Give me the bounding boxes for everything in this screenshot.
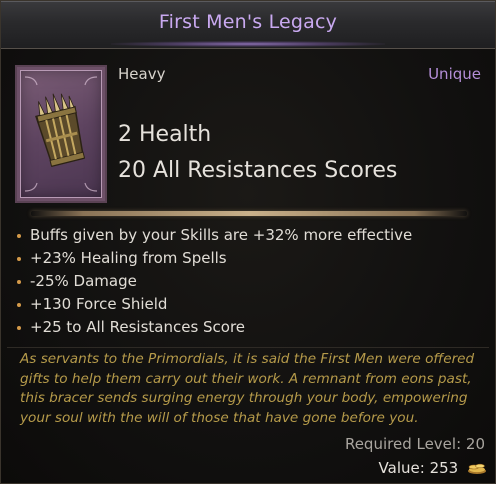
item-tooltip: First Men's Legacy Heavy Unique 2 Health… bbox=[0, 0, 496, 484]
bullet-icon bbox=[17, 303, 21, 307]
gold-divider bbox=[31, 211, 467, 216]
implicit-stat: 2 Health bbox=[118, 122, 212, 147]
affix-item: -25% Damage bbox=[17, 272, 412, 295]
affix-item: +25 to All Resistances Score bbox=[17, 318, 412, 341]
affix-text: +130 Force Shield bbox=[30, 295, 168, 313]
section-separator bbox=[7, 347, 489, 348]
affix-item: +130 Force Shield bbox=[17, 295, 412, 318]
bullet-icon bbox=[17, 326, 21, 330]
affix-item: +23% Healing from Spells bbox=[17, 249, 412, 272]
value-amount: 253 bbox=[429, 459, 459, 477]
affix-text: -25% Damage bbox=[30, 272, 137, 290]
gold-coins-icon bbox=[468, 463, 486, 474]
bullet-icon bbox=[17, 280, 21, 284]
affix-list: Buffs given by your Skills are +32% more… bbox=[17, 226, 412, 341]
item-value: Value: 253 bbox=[379, 459, 487, 477]
affix-text: +23% Healing from Spells bbox=[30, 249, 227, 267]
title-bar: First Men's Legacy bbox=[1, 1, 495, 49]
affix-text: Buffs given by your Skills are +32% more… bbox=[30, 226, 413, 244]
item-name: First Men's Legacy bbox=[158, 11, 338, 33]
item-rarity: Unique bbox=[428, 65, 481, 83]
bullet-icon bbox=[17, 257, 21, 261]
item-type: Heavy bbox=[118, 65, 166, 83]
title-ornament bbox=[111, 41, 385, 47]
item-icon-frame bbox=[15, 65, 107, 203]
implicit-stat: 20 All Resistances Scores bbox=[118, 158, 398, 183]
bullet-icon bbox=[17, 234, 21, 238]
affix-item: Buffs given by your Skills are +32% more… bbox=[17, 226, 412, 249]
required-level: Required Level: 20 bbox=[344, 435, 485, 453]
affix-text: +25 to All Resistances Score bbox=[30, 318, 246, 336]
value-label: Value: bbox=[378, 459, 425, 477]
lore-text: As servants to the Primordials, it is sa… bbox=[20, 351, 475, 426]
bracer-icon bbox=[24, 76, 98, 192]
